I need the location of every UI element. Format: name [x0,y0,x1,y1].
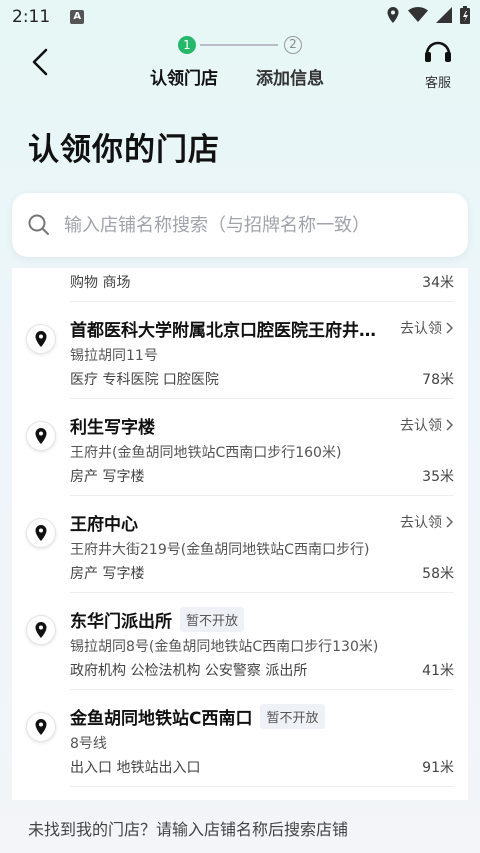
battery-icon [460,6,470,24]
list-item[interactable]: 利生写字楼 去认领 王府井(金鱼胡同地铁站C西南口步行160米) 房产 写字楼 … [26,399,454,496]
item-distance: 34米 [422,275,454,291]
back-button[interactable] [24,44,60,80]
chevron-right-icon [446,516,454,528]
wifi-icon [408,7,428,22]
item-address: 锡拉胡同8号(金鱼胡同地铁站C西南口步行130米) [70,639,379,655]
step-2-indicator: 2 [284,36,302,54]
page-title: 认领你的门店 [28,132,220,168]
progress-steps: 1 2 认领门店 添加信息 [150,34,350,94]
item-name: 利生写字楼 [70,418,155,438]
claim-button[interactable]: 去认领 [400,512,454,532]
headset-icon [425,41,451,62]
chevron-left-icon [32,48,48,76]
list-item[interactable]: 购物 商场 34米 [70,268,454,302]
item-distance: 91米 [422,760,454,776]
status-time: 2:11 [12,7,51,27]
list-item[interactable]: 东华门派出所 暂不开放 锡拉胡同8号(金鱼胡同地铁站C西南口步行130米) 政府机… [26,593,454,690]
status-badge: 暂不开放 [180,607,245,632]
item-tags: 出入口 地铁站出入口 [70,760,201,776]
customer-service-label: 客服 [424,76,451,91]
item-distance: 41米 [422,663,454,679]
item-distance: 58米 [422,566,454,582]
item-tags: 房产 写字楼 [70,566,145,582]
header-nav: 1 2 认领门店 添加信息 客服 [0,34,480,100]
signal-icon [436,7,452,23]
list-item[interactable]: 王府中心 去认领 王府井大街219号(金鱼胡同地铁站C西南口步行) 房产 写字楼… [26,496,454,593]
search-box[interactable] [12,193,468,257]
search-icon [28,214,49,235]
store-list: 购物 商场 34米 首都医科大学附属北京口腔医院王府井院区 去认领 锡拉胡同11… [12,268,468,800]
location-icon [387,7,399,23]
map-pin-icon [26,615,56,645]
list-item[interactable]: 金鱼胡同地铁站C西南口 暂不开放 8号线 出入口 地铁站出入口 91米 [26,690,454,787]
item-name: 首都医科大学附属北京口腔医院王府井院区 [70,321,386,341]
list-item[interactable]: 首都医科大学附属北京口腔医院王府井院区 去认领 锡拉胡同11号 医疗 专科医院 … [26,302,454,399]
customer-service-button[interactable]: 客服 [418,38,458,91]
chevron-right-icon [446,322,454,334]
item-distance: 78米 [422,372,454,388]
item-address: 锡拉胡同11号 [70,348,158,364]
item-name: 东华门派出所 暂不开放 [70,607,245,632]
item-tags: 购物 商场 [70,275,131,291]
item-tags: 房产 写字楼 [70,469,145,485]
item-name: 金鱼胡同地铁站C西南口 暂不开放 [70,704,325,729]
item-tags: 政府机构 公检法机构 公安警察 派出所 [70,663,308,679]
status-icons [386,6,470,24]
map-pin-icon [26,518,56,548]
item-address: 8号线 [70,736,107,752]
item-name: 王府中心 [70,515,138,535]
step-2-label: 添加信息 [256,69,324,89]
status-badge: 暂不开放 [260,704,325,729]
search-input[interactable] [64,214,468,236]
map-pin-icon [26,324,56,354]
notification-icon: A [70,10,85,24]
item-tags: 医疗 专科医院 口腔医院 [70,372,219,388]
step-1-label: 认领门店 [150,69,218,89]
map-pin-icon [26,712,56,742]
step-1-indicator: 1 [178,36,196,54]
chevron-right-icon [446,419,454,431]
map-pin-icon [26,421,56,451]
status-bar: 2:11 A [0,0,480,34]
claim-button[interactable]: 去认领 [400,318,454,338]
claim-button[interactable]: 去认领 [400,415,454,435]
item-distance: 35米 [422,469,454,485]
item-address: 王府井(金鱼胡同地铁站C西南口步行160米) [70,445,342,461]
footer-hint: 未找到我的门店？请输入店铺名称后搜索店铺 [28,820,349,839]
step-connector [200,44,278,46]
item-address: 王府井大街219号(金鱼胡同地铁站C西南口步行) [70,542,370,558]
